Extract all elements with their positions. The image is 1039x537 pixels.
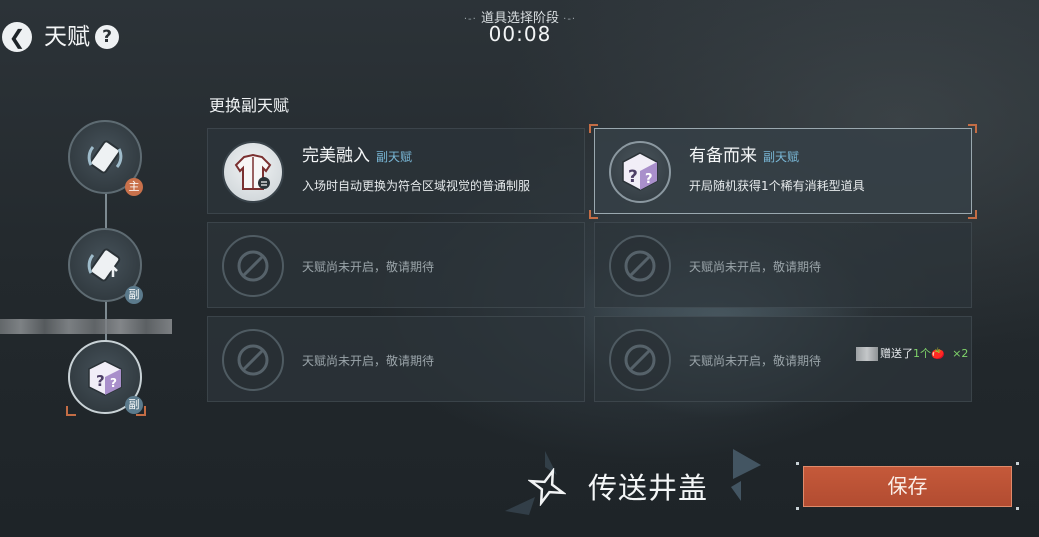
button-corner-dot xyxy=(1016,462,1019,465)
talent-name-text: 有备而来 xyxy=(689,146,757,166)
locked-icon xyxy=(222,235,284,297)
shuriken-icon xyxy=(527,467,567,507)
mystery-box-icon: ? ? xyxy=(88,360,122,396)
talent-description: 开局随机获得1个稀有消耗型道具 xyxy=(689,179,865,193)
svg-text:?: ? xyxy=(628,167,638,187)
svg-text:?: ? xyxy=(645,172,653,187)
locked-text: 天赋尚未开启，敬请期待 xyxy=(689,354,822,368)
uniform-icon xyxy=(222,141,284,203)
back-button[interactable]: ❮ xyxy=(2,22,32,52)
button-corner-dot xyxy=(796,507,799,510)
selection-corner xyxy=(968,124,977,133)
locked-text: 天赋尚未开启，敬请期待 xyxy=(689,260,822,274)
blurred-overlay xyxy=(0,319,172,334)
page-title: 天赋 xyxy=(44,24,90,50)
chevron-left-icon: ❮ xyxy=(8,25,26,49)
tomato-icon: 🍅 xyxy=(931,347,945,360)
section-title: 更换副天赋 xyxy=(209,96,290,115)
locked-icon xyxy=(609,235,671,297)
mystery-box-icon: ? ? xyxy=(609,141,671,203)
sub-badge-1: 副 xyxy=(125,286,143,304)
talent-card-locked: 天赋尚未开启，敬请期待 xyxy=(207,316,585,402)
talent-card-locked: 天赋尚未开启，敬请期待 xyxy=(207,222,585,308)
selection-corner xyxy=(968,210,977,219)
svg-text:?: ? xyxy=(110,376,117,390)
talent-name: 完美融入 副天赋 xyxy=(302,141,412,166)
talent-tag: 副天赋 xyxy=(763,150,800,164)
locked-text: 天赋尚未开启，敬请期待 xyxy=(302,354,435,368)
selection-corner xyxy=(589,124,598,133)
talent-card-perfect-blend[interactable]: 完美融入 副天赋 入场时自动更换为符合区域视觉的普通制服 xyxy=(207,128,585,214)
countdown-timer: 00:08 xyxy=(488,22,552,46)
gift-count: 1个 xyxy=(913,347,931,360)
talent-name-text: 完美融入 xyxy=(302,146,370,166)
gift-notification: 赠送了1个🍅 ×2 xyxy=(856,345,968,361)
phone-swap-icon xyxy=(87,140,123,174)
button-corner-dot xyxy=(796,462,799,465)
skill-name: 传送井盖 xyxy=(588,471,709,505)
locked-text: 天赋尚未开启，敬请期待 xyxy=(302,260,435,274)
svg-text:?: ? xyxy=(96,372,105,390)
help-icon[interactable]: ? xyxy=(95,25,119,49)
locked-icon xyxy=(222,329,284,391)
talent-card-well-prepared[interactable]: ? ? 有备而来 副天赋 开局随机获得1个稀有消耗型道具 xyxy=(594,128,972,214)
talent-card-locked: 天赋尚未开启，敬请期待 xyxy=(594,222,972,308)
gift-multiplier: ×2 xyxy=(952,347,969,360)
locked-icon xyxy=(609,329,671,391)
talent-name: 有备而来 副天赋 xyxy=(689,141,799,166)
save-button[interactable]: 保存 xyxy=(803,466,1012,507)
main-badge: 主 xyxy=(125,178,143,196)
selection-corner xyxy=(66,406,76,416)
button-corner-dot xyxy=(1016,507,1019,510)
selection-corner xyxy=(136,406,146,416)
selection-corner xyxy=(589,210,598,219)
blurred-username xyxy=(856,347,878,361)
gift-verb: 赠送了 xyxy=(880,347,913,360)
phone-upgrade-icon xyxy=(87,248,121,282)
talent-tag: 副天赋 xyxy=(376,150,413,164)
talent-description: 入场时自动更换为符合区域视觉的普通制服 xyxy=(302,179,531,193)
